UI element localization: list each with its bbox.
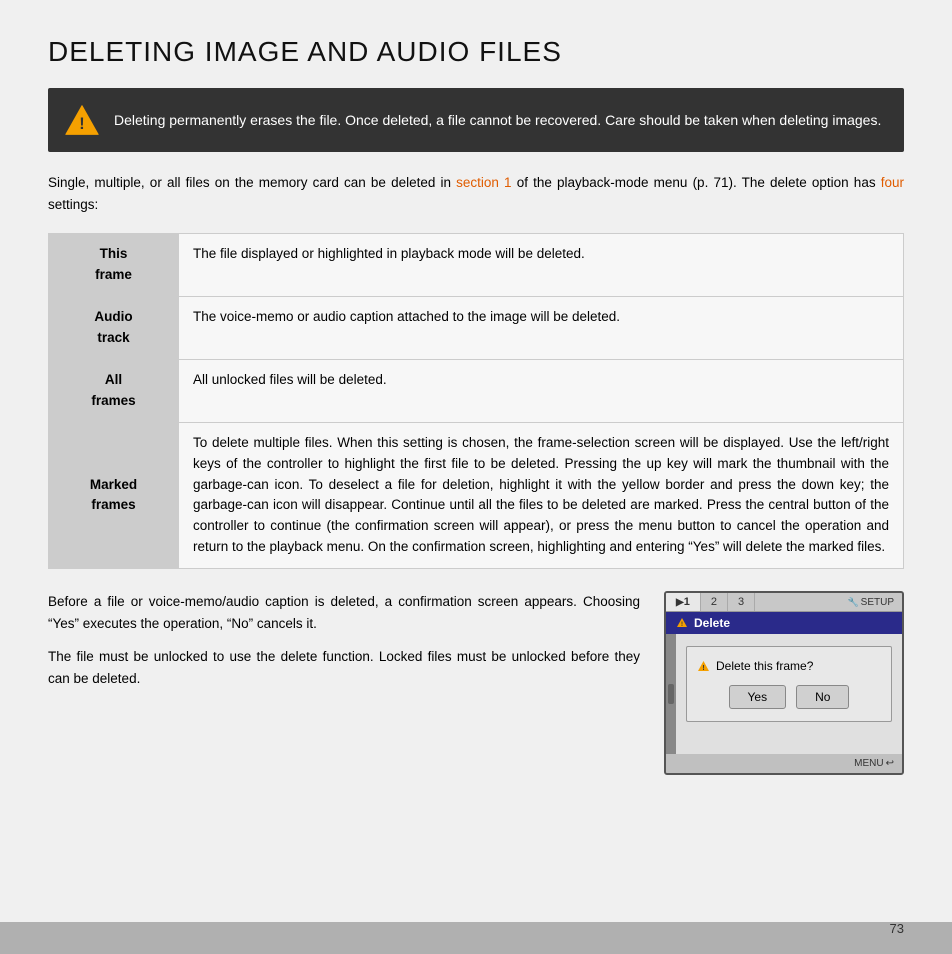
- dialog-warning-icon: !: [697, 660, 710, 673]
- page-title: DELETING IMAGE AND AUDIO FILES: [48, 36, 904, 68]
- no-button[interactable]: No: [796, 685, 849, 709]
- menu-arrow-icon: ↩: [886, 758, 894, 769]
- camera-screen: ▶1 2 3 🔧 SETUP ! Delete: [664, 591, 904, 775]
- intro-highlight-section: section 1: [456, 175, 511, 190]
- intro-paragraph: Single, multiple, or all files on the me…: [48, 172, 904, 215]
- menu-label: MENU: [854, 758, 883, 769]
- warning-box: ! Deleting permanently erases the file. …: [48, 88, 904, 152]
- table-content-2: All unlocked files will be deleted.: [179, 359, 904, 422]
- page: DELETING IMAGE AND AUDIO FILES ! Deletin…: [0, 0, 952, 954]
- yes-button[interactable]: Yes: [729, 685, 787, 709]
- table-label-2: Allframes: [49, 359, 179, 422]
- camera-dialog: ! Delete this frame? Yes No: [686, 646, 892, 722]
- camera-tab-2: 2: [701, 593, 728, 611]
- dialog-title-text: Delete this frame?: [716, 659, 813, 673]
- table-content-0: The file displayed or highlighted in pla…: [179, 234, 904, 297]
- svg-text:!: !: [681, 622, 683, 628]
- table-label-1: Audiotrack: [49, 297, 179, 360]
- bottom-paragraph-2: The file must be unlocked to use the del…: [48, 646, 640, 689]
- camera-body-wrapper: ! Delete this frame? Yes No: [666, 634, 902, 754]
- camera-body: ! Delete this frame? Yes No: [676, 634, 902, 754]
- camera-left-bar: [666, 634, 676, 754]
- intro-text-after: settings:: [48, 197, 98, 212]
- delete-bar-label: Delete: [694, 616, 730, 630]
- camera-tab-1: ▶1: [666, 593, 701, 611]
- camera-footer: MENU ↩: [666, 754, 902, 773]
- table-row-0: ThisframeThe file displayed or highlight…: [49, 234, 904, 297]
- camera-tab-bar: ▶1 2 3 🔧 SETUP: [666, 593, 902, 612]
- table-content-1: The voice-memo or audio caption attached…: [179, 297, 904, 360]
- table-row-3: MarkedframesTo delete multiple files. Wh…: [49, 422, 904, 569]
- camera-dialog-title: ! Delete this frame?: [697, 659, 881, 673]
- svg-text:!: !: [79, 115, 84, 133]
- table-label-3: Markedframes: [49, 422, 179, 569]
- bottom-text: Before a file or voice-memo/audio captio…: [48, 591, 640, 701]
- table-row-2: AllframesAll unlocked files will be dele…: [49, 359, 904, 422]
- svg-text:!: !: [702, 665, 704, 672]
- delete-warning-icon: !: [676, 617, 688, 629]
- camera-setup-tab: 🔧 SETUP: [839, 594, 902, 611]
- intro-highlight-four: four: [881, 175, 904, 190]
- page-number: 73: [890, 921, 904, 936]
- intro-text-middle: of the playback-mode menu (p. 71). The d…: [517, 175, 876, 190]
- camera-delete-bar: ! Delete: [666, 612, 902, 634]
- intro-text-before: Single, multiple, or all files on the me…: [48, 175, 451, 190]
- table-content-3: To delete multiple files. When this sett…: [179, 422, 904, 569]
- camera-dialog-buttons: Yes No: [697, 685, 881, 709]
- table-label-0: Thisframe: [49, 234, 179, 297]
- warning-text: Deleting permanently erases the file. On…: [114, 110, 881, 131]
- warning-icon: !: [64, 102, 100, 138]
- bottom-gray-bar: [0, 922, 952, 954]
- table-row-1: AudiotrackThe voice-memo or audio captio…: [49, 297, 904, 360]
- camera-tab-3: 3: [728, 593, 755, 611]
- bottom-section: Before a file or voice-memo/audio captio…: [48, 591, 904, 775]
- settings-table: ThisframeThe file displayed or highlight…: [48, 233, 904, 569]
- bottom-paragraph-1: Before a file or voice-memo/audio captio…: [48, 591, 640, 634]
